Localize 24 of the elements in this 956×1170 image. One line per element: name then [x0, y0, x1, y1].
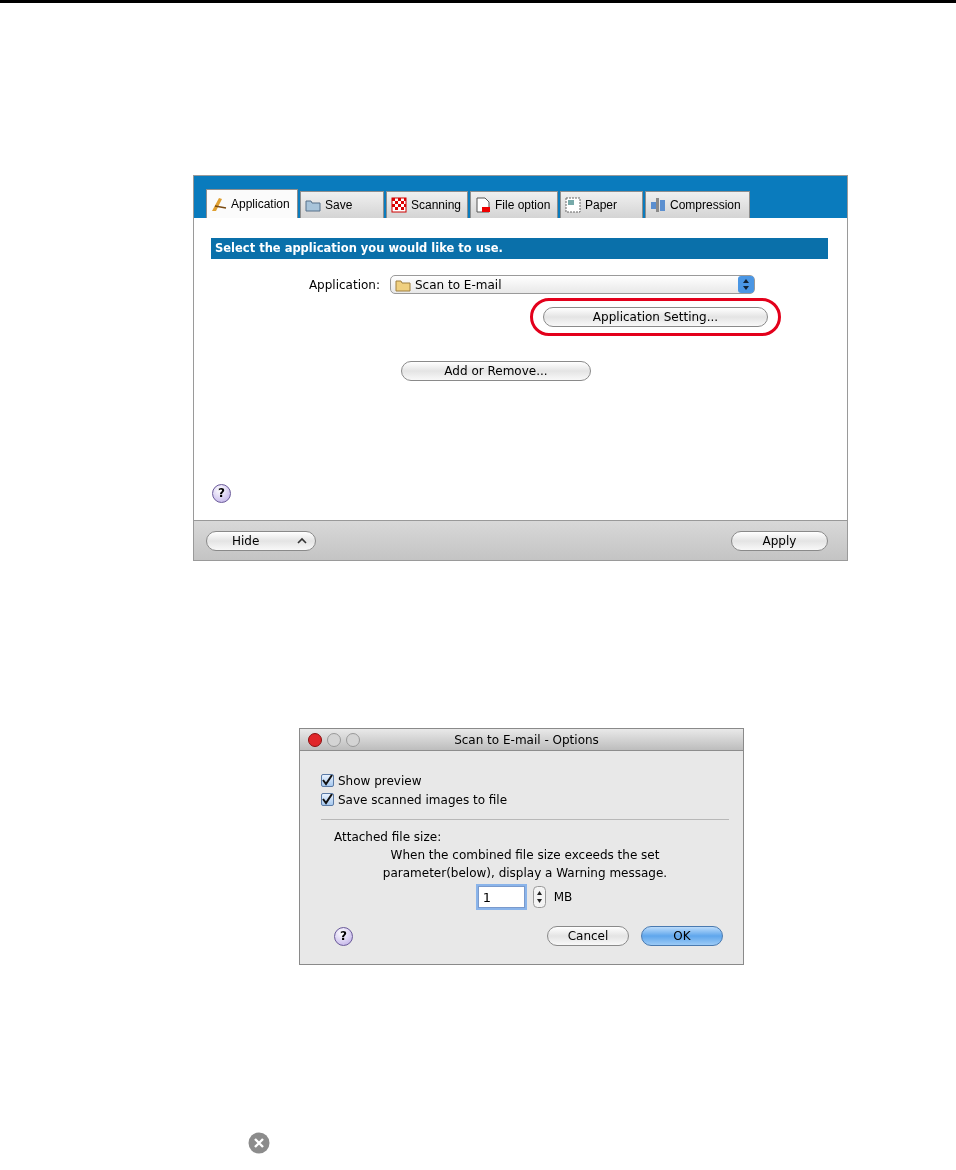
help-button[interactable]: ? [334, 926, 353, 946]
tab[interactable]: Application [206, 189, 298, 218]
size-field[interactable]: 1 [477, 886, 525, 909]
tab[interactable]: Scanning [386, 191, 468, 218]
section-heading: Select the application you would like to use. [211, 238, 828, 260]
application-setting-button[interactable]: Application Setting... [543, 307, 768, 328]
tab[interactable]: File option [470, 191, 558, 218]
add-or-remove-button[interactable]: Add or Remove... [401, 361, 591, 382]
hide-button[interactable]: Hide [206, 530, 316, 551]
cancel-button[interactable]: Cancel [547, 926, 629, 947]
description-text: When the combined file size exceeds the set parameter(below), display a Warning message. [381, 847, 669, 883]
section-label: Attached file size: [333, 829, 443, 847]
window-title: Scan to E-mail - Options [453, 731, 600, 749]
application-dropdown[interactable]: Scan to E-mail [390, 275, 755, 295]
checkbox-label: Save scanned images to file [338, 791, 508, 809]
tab[interactable]: Paper [560, 191, 643, 218]
checkbox-label: Show preview [338, 772, 422, 790]
unit-label: MB [553, 889, 573, 907]
field-label: Application: [307, 276, 381, 294]
tab[interactable]: Save [300, 191, 384, 218]
apply-button[interactable]: Apply [731, 530, 828, 551]
tab[interactable]: Compression [645, 191, 750, 218]
help-button[interactable]: ? [212, 484, 231, 504]
ok-button[interactable]: OK [641, 926, 723, 947]
